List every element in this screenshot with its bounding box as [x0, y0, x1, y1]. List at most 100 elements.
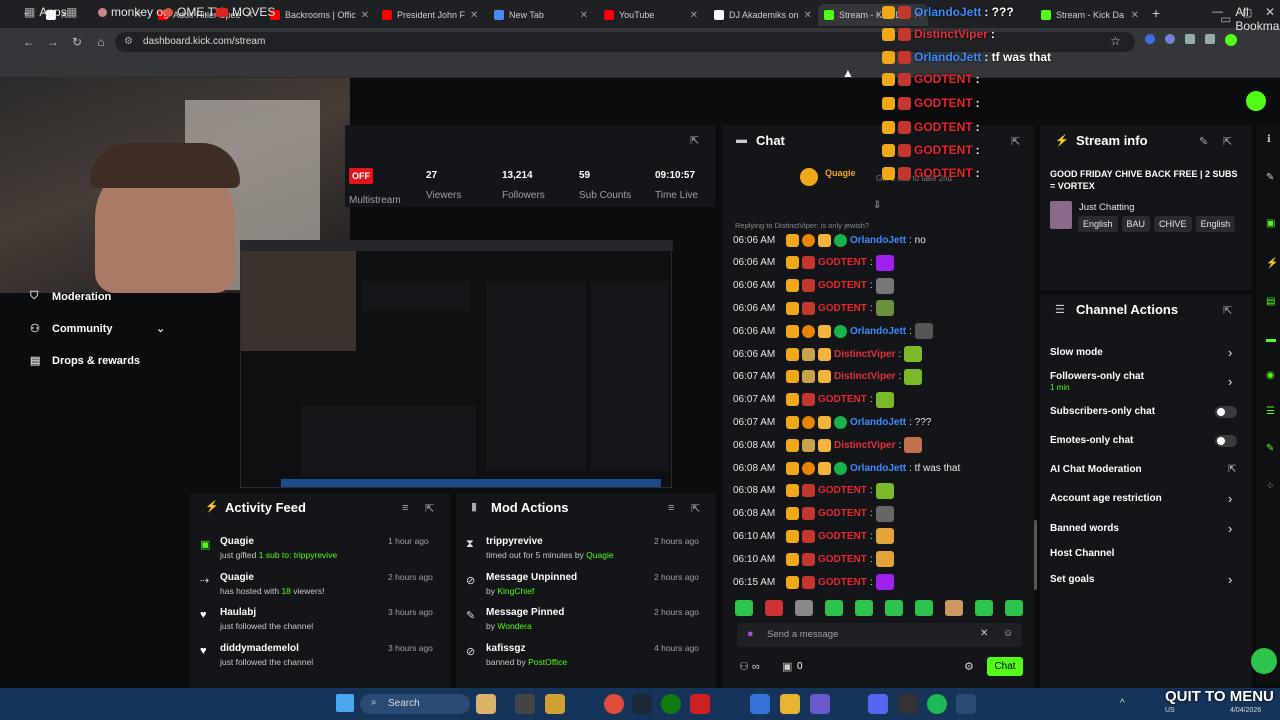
- rail-audio-icon[interactable]: ◉: [1266, 370, 1275, 381]
- emote-icon[interactable]: [885, 600, 903, 616]
- tag-chip[interactable]: BAU: [1121, 216, 1151, 232]
- chat-username[interactable]: GODTENT: [818, 485, 867, 496]
- reload-button[interactable]: ↻: [68, 33, 86, 51]
- bookmark-grid[interactable]: ▦: [66, 5, 77, 19]
- windows-start-icon[interactable]: [336, 694, 354, 712]
- users-icon[interactable]: ⚇ ∞: [739, 660, 760, 673]
- chat-username[interactable]: GODTENT: [818, 280, 867, 291]
- mod-action-by[interactable]: Wondera: [497, 621, 531, 631]
- tray-chevron-icon[interactable]: ^: [1120, 698, 1125, 709]
- chat-username[interactable]: GODTENT: [818, 257, 867, 268]
- mod-action-title[interactable]: trippyrevive: [486, 536, 543, 547]
- new-tab-button[interactable]: +: [1152, 5, 1160, 21]
- multistream-label[interactable]: Multistream: [349, 195, 401, 206]
- chat-username[interactable]: OrlandoJett: [850, 417, 906, 428]
- mod-action-title[interactable]: Message Pinned: [486, 607, 564, 618]
- edit-icon[interactable]: ✎: [1266, 172, 1274, 183]
- filter-icon[interactable]: ≡: [668, 502, 674, 514]
- menu-icon[interactable]: [1205, 34, 1215, 44]
- send-chat-button[interactable]: Chat: [987, 657, 1023, 676]
- tab-close-icon[interactable]: ✕: [1131, 10, 1139, 21]
- rail-tool-icon[interactable]: ✎: [1266, 443, 1274, 454]
- gift-icon[interactable]: ▣: [782, 660, 792, 673]
- puzzle-icon[interactable]: [1185, 34, 1195, 44]
- mod-action-by[interactable]: PostOffice: [528, 657, 567, 667]
- mod-action-title[interactable]: kafissgz: [486, 643, 525, 654]
- bookmark-moves[interactable]: MOVES: [216, 5, 275, 19]
- emote-icon[interactable]: [945, 600, 963, 616]
- emote-icon[interactable]: [825, 600, 843, 616]
- taskbar-app-icon[interactable]: [750, 694, 770, 714]
- chat-scrollbar[interactable]: [1034, 520, 1037, 590]
- activity-username[interactable]: diddymademelol: [220, 643, 299, 654]
- emote-icon[interactable]: [975, 600, 993, 616]
- emote-icon[interactable]: [795, 600, 813, 616]
- channel-action-subscribers-only-chat[interactable]: Subscribers-only chat: [1050, 406, 1155, 417]
- tab-close-icon[interactable]: ✕: [580, 10, 588, 21]
- emote-icon[interactable]: [765, 600, 783, 616]
- channel-action-slow-mode[interactable]: Slow mode: [1050, 347, 1103, 358]
- mod-action-by[interactable]: Quagie: [586, 550, 613, 560]
- edit-pencil-icon[interactable]: ✎: [1199, 135, 1208, 148]
- tag-chip[interactable]: CHIVE: [1154, 216, 1192, 232]
- profile-avatar[interactable]: [1225, 34, 1237, 46]
- browser-tab[interactable]: Backrooms | Offic ✕: [264, 4, 372, 26]
- chat-username[interactable]: OrlandoJett: [850, 463, 906, 474]
- bookmark-star-icon[interactable]: ☆: [1110, 34, 1121, 48]
- taskbar-app-icon[interactable]: [545, 694, 565, 714]
- chat-username[interactable]: DistinctViper: [834, 440, 896, 451]
- channel-action-account-age-restriction[interactable]: Account age restriction: [1050, 493, 1162, 504]
- rail-more-icon[interactable]: ⁘: [1266, 481, 1274, 492]
- channel-action-emotes-only-chat[interactable]: Emotes-only chat: [1050, 435, 1133, 446]
- chat-username[interactable]: OrlandoJett: [850, 326, 906, 337]
- extension-icon[interactable]: [1145, 34, 1155, 44]
- extension-icon[interactable]: [1165, 34, 1175, 44]
- chat-username[interactable]: GODTENT: [818, 531, 867, 542]
- back-button[interactable]: ←: [20, 33, 38, 51]
- toggle-switch[interactable]: [1215, 435, 1237, 447]
- popout-icon[interactable]: ⇱: [1223, 304, 1232, 317]
- external-link-icon[interactable]: ⇱: [1228, 464, 1236, 475]
- translate-icon[interactable]: ✕: [980, 628, 988, 639]
- activity-username[interactable]: Quagie: [220, 572, 254, 583]
- xbox-taskbar-icon[interactable]: [661, 694, 681, 714]
- steam-taskbar-icon[interactable]: [632, 694, 652, 714]
- chevron-right-icon[interactable]: ›: [1228, 345, 1232, 360]
- spotify-taskbar-icon[interactable]: [927, 694, 947, 714]
- emote-icon[interactable]: [1005, 600, 1023, 616]
- chat-username[interactable]: GODTENT: [818, 394, 867, 405]
- taskbar-app-icon[interactable]: [515, 694, 535, 714]
- tag-chip[interactable]: English: [1078, 216, 1118, 232]
- browser-tab[interactable]: Stream - Kick Da ✕: [1035, 4, 1145, 26]
- chat-username[interactable]: GODTENT: [818, 508, 867, 519]
- rail-chat-icon[interactable]: ▬: [1266, 334, 1276, 345]
- bookmark-ometv[interactable]: OME.TV: [164, 5, 223, 19]
- taskbar-app-icon[interactable]: [476, 694, 496, 714]
- chat-input[interactable]: ● Send a message ✕ ☺: [737, 623, 1022, 647]
- settings-gear-icon[interactable]: ⚙: [964, 660, 974, 673]
- emote-icon[interactable]: [855, 600, 873, 616]
- browser-tab[interactable]: DJ Akademiks on ✕: [708, 4, 814, 26]
- taskbar-app-icon[interactable]: [810, 694, 830, 714]
- chat-username[interactable]: GODTENT: [818, 303, 867, 314]
- tab-close-icon[interactable]: ✕: [690, 10, 698, 21]
- chrome-taskbar-icon[interactable]: [604, 694, 624, 714]
- tab-close-icon[interactable]: ✕: [361, 10, 369, 21]
- chevron-right-icon[interactable]: ›: [1228, 572, 1232, 587]
- emoji-icon[interactable]: ☺: [1003, 628, 1013, 639]
- rail-doc-icon[interactable]: ▤: [1266, 296, 1275, 307]
- sidebar-item-drops[interactable]: ▤ Drops & rewards: [30, 354, 140, 368]
- sidebar-item-community[interactable]: ⚇ Community ⌄: [30, 322, 165, 336]
- filter-icon[interactable]: ≡: [402, 502, 408, 514]
- chevron-right-icon[interactable]: ›: [1228, 374, 1232, 389]
- taskbar-app-icon[interactable]: [956, 694, 976, 714]
- emote-icon[interactable]: [915, 600, 933, 616]
- chat-username[interactable]: DistinctViper: [834, 349, 896, 360]
- info-icon[interactable]: ℹ: [1267, 134, 1271, 145]
- browser-tab[interactable]: YouTube ✕: [598, 4, 704, 26]
- activity-username[interactable]: Quagie: [220, 536, 254, 547]
- kick-avatar[interactable]: [1246, 91, 1266, 111]
- stream-preview[interactable]: [240, 240, 673, 488]
- taskbar-app-icon[interactable]: [690, 694, 710, 714]
- chat-username[interactable]: GODTENT: [818, 554, 867, 565]
